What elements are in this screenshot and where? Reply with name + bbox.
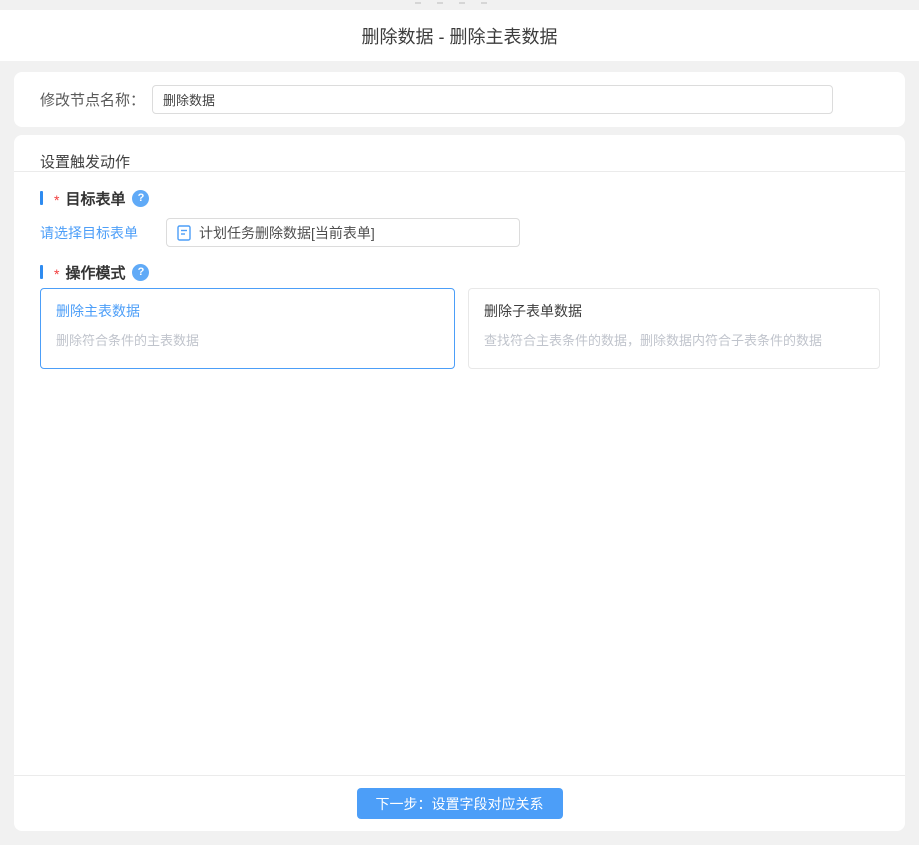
select-target-form-link[interactable]: 请选择目标表单: [40, 223, 166, 243]
selected-form-box[interactable]: 计划任务删除数据[当前表单]: [166, 218, 520, 247]
node-name-card: 修改节点名称：: [14, 72, 905, 127]
trigger-settings-content: * 目标表单 ? 请选择目标表单 计划任务删除数据[当前表单] * 操作模式: [14, 172, 905, 775]
operation-mode-field-header: * 操作模式 ?: [40, 262, 880, 282]
dialog-title-bar: 删除数据 - 删除主表数据: [0, 10, 919, 61]
target-form-field-header: * 目标表单 ?: [40, 188, 880, 208]
mode-option-description: 删除符合条件的主表数据: [56, 330, 439, 349]
clipped-content-artifact: [415, 2, 487, 4]
required-asterisk: *: [54, 266, 59, 282]
footer: 下一步：设置字段对应关系: [14, 775, 905, 831]
page-title: 删除数据 - 删除主表数据: [362, 23, 558, 49]
next-step-button[interactable]: 下一步：设置字段对应关系: [357, 788, 563, 819]
node-name-input[interactable]: [152, 85, 833, 114]
form-document-icon: [177, 225, 191, 241]
node-name-label: 修改节点名称：: [40, 89, 152, 110]
help-icon[interactable]: ?: [132, 264, 149, 281]
trigger-settings-card: 设置触发动作 * 目标表单 ? 请选择目标表单 计划任务删除数据[当前表单]: [14, 135, 905, 831]
mode-option-delete-subform[interactable]: 删除子表单数据 查找符合主表条件的数据，删除数据内符合子表条件的数据: [468, 288, 880, 369]
required-asterisk: *: [54, 192, 59, 208]
operation-mode-label: 操作模式: [65, 262, 125, 283]
selected-form-name: 计划任务删除数据[当前表单]: [199, 223, 375, 243]
mode-option-title: 删除子表单数据: [484, 301, 864, 321]
field-accent-bar: [40, 265, 43, 279]
top-strip: [0, 0, 919, 10]
target-form-select-row: 请选择目标表单 计划任务删除数据[当前表单]: [40, 218, 880, 247]
mode-option-description: 查找符合主表条件的数据，删除数据内符合子表条件的数据: [484, 330, 864, 349]
target-form-label: 目标表单: [65, 188, 125, 209]
section-title: 设置触发动作: [14, 135, 905, 171]
field-accent-bar: [40, 191, 43, 205]
help-icon[interactable]: ?: [132, 190, 149, 207]
mode-option-title: 删除主表数据: [56, 301, 439, 321]
mode-option-delete-main-table[interactable]: 删除主表数据 删除符合条件的主表数据: [40, 288, 455, 369]
operation-mode-options: 删除主表数据 删除符合条件的主表数据 删除子表单数据 查找符合主表条件的数据，删…: [40, 288, 880, 369]
